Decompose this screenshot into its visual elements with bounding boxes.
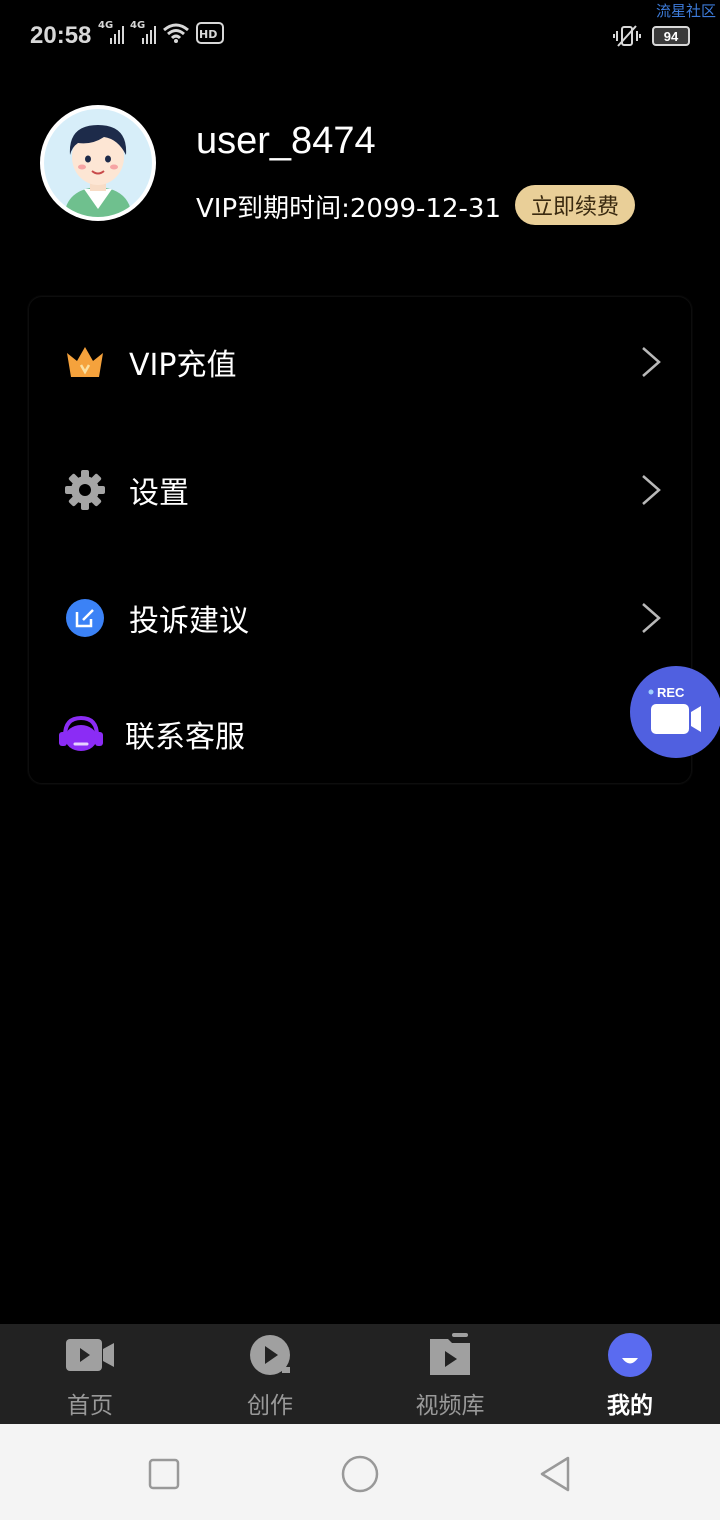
menu-item-label: 设置 [129, 476, 189, 511]
headset-icon [57, 714, 105, 754]
nav-item-create[interactable]: 创作 [180, 1324, 360, 1424]
nav-item-home[interactable]: 首页 [0, 1324, 180, 1424]
avatar-illustration [44, 109, 152, 217]
video-library-icon [425, 1333, 475, 1376]
menu-item-settings[interactable]: 设置 [29, 435, 693, 545]
menu-item-label: 投诉建议 [129, 604, 249, 639]
signal-label: 4G [98, 20, 114, 31]
signal-label: 4G [130, 20, 146, 31]
nav-item-mine[interactable]: 我的 [540, 1324, 720, 1424]
avatar[interactable] [40, 105, 156, 221]
vibrate-mute-icon [613, 25, 641, 47]
hd-label: HD [199, 28, 218, 41]
menu-item-customer-service[interactable]: 联系客服 [29, 679, 693, 789]
nav-item-video-library[interactable]: 视频库 [360, 1324, 540, 1424]
signal-icon: 4G [98, 20, 124, 44]
rec-label: REC [657, 685, 685, 700]
username: user_8474 [196, 120, 376, 162]
signal-icon: 4G [130, 20, 156, 44]
status-bar: 20:58 4G 4G HD 94 流星社区 [0, 0, 720, 72]
recent-apps-icon[interactable] [144, 1454, 184, 1494]
profile-face-icon [605, 1333, 655, 1377]
renew-button[interactable]: 立即续费 [515, 185, 635, 225]
status-icons: 4G 4G HD [98, 20, 224, 44]
screen-record-button[interactable]: REC [630, 666, 720, 758]
chevron-right-icon [642, 603, 661, 633]
gear-icon [65, 470, 105, 510]
wifi-icon [163, 23, 189, 43]
nav-label: 我的 [607, 1393, 653, 1419]
crown-icon [65, 342, 105, 382]
hd-icon: HD [196, 22, 224, 44]
status-right: 94 [612, 24, 690, 48]
chevron-right-icon [642, 475, 661, 505]
edit-icon [65, 598, 105, 638]
nav-label: 首页 [67, 1393, 113, 1419]
menu-item-feedback[interactable]: 投诉建议 [29, 563, 693, 673]
nav-label: 创作 [247, 1393, 293, 1419]
bottom-nav: 首页 创作 视频库 我的 [0, 1324, 720, 1424]
nav-label: 视频库 [415, 1393, 485, 1419]
menu-item-vip-recharge[interactable]: VIP充值 [29, 307, 693, 417]
menu-item-label: VIP充值 [129, 348, 237, 383]
status-time: 20:58 [30, 22, 92, 49]
system-nav-bar [0, 1424, 720, 1520]
menu-card: VIP充值 设置 投诉建议 联系客服 [28, 296, 692, 784]
home-icon[interactable] [340, 1454, 380, 1494]
battery-indicator: 94 [652, 26, 690, 46]
vip-expiry-text: VIP到期时间:2099-12-31 [196, 194, 501, 224]
video-camera-icon [65, 1334, 115, 1376]
play-circle-icon [245, 1334, 295, 1376]
corner-tag: 流星社区 [655, 2, 716, 20]
menu-item-label: 联系客服 [125, 720, 245, 755]
chevron-right-icon [642, 347, 661, 377]
back-icon[interactable] [536, 1454, 576, 1494]
